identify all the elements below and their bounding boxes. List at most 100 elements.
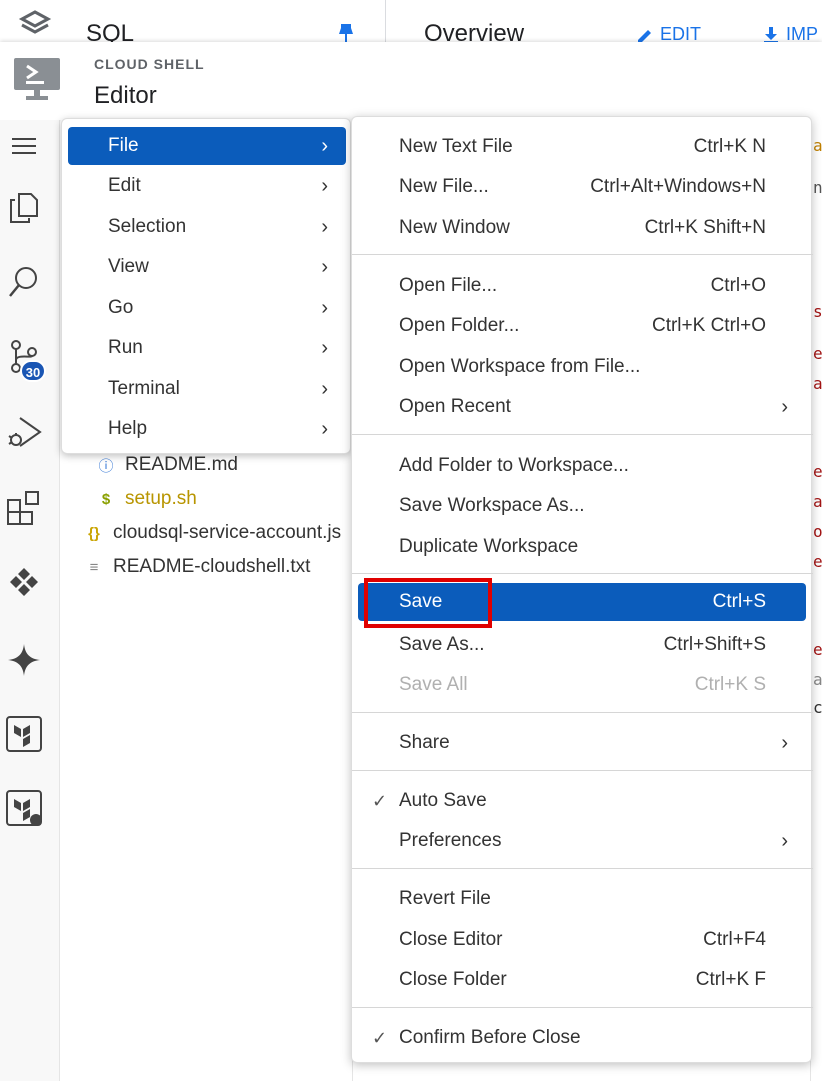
menu-item-label: New Window — [399, 217, 510, 238]
menu-item-open-recent[interactable]: Open Recent › — [358, 389, 806, 425]
pin-icon[interactable] — [338, 24, 354, 42]
menu-item-shortcut: Ctrl+K F — [695, 969, 766, 990]
menu-item-close-editor[interactable]: Close Editor Ctrl+F4 — [358, 922, 806, 958]
service-title: SQL — [86, 20, 135, 42]
menu-item-open-file[interactable]: Open File... Ctrl+O — [358, 268, 806, 304]
tree-item-cloudsql-service-account[interactable]: {} cloudsql-service-account.js — [85, 522, 341, 544]
menu-item-label: Duplicate Workspace — [399, 536, 579, 557]
checkmark-icon: ✓ — [372, 1027, 388, 1048]
file-name: README.md — [125, 454, 238, 475]
chevron-right-icon: › — [321, 135, 328, 157]
menu-label: View — [108, 256, 149, 277]
menu-label: Go — [108, 297, 134, 318]
menu-separator — [352, 1007, 813, 1008]
menu-item-label: Revert File — [399, 888, 491, 909]
cloud-shell-header: CLOUD SHELL Editor — [0, 42, 822, 120]
menu-view[interactable]: View › — [68, 248, 346, 286]
menu-label: Terminal — [108, 378, 180, 399]
sql-logo-icon — [18, 10, 52, 34]
menu-item-label: New Text File — [399, 136, 513, 157]
tree-item-setup-sh[interactable]: $ setup.sh — [97, 488, 197, 510]
menu-run[interactable]: Run › — [68, 329, 346, 367]
menu-file[interactable]: File › — [68, 127, 346, 165]
chevron-right-icon: › — [321, 418, 328, 440]
menu-item-label: Save All — [399, 674, 468, 695]
text-file-icon: ≡ — [89, 558, 99, 576]
import-button[interactable]: IMP — [762, 24, 818, 42]
menu-go[interactable]: Go › — [68, 289, 346, 327]
menu-item-label: Preferences — [399, 830, 502, 851]
file-name: setup.sh — [125, 488, 197, 509]
menu-separator — [352, 770, 813, 771]
edit-button[interactable]: EDIT — [636, 24, 701, 42]
info-file-icon: ⓘ — [98, 457, 114, 475]
menu-item-auto-save[interactable]: ✓ Auto Save — [358, 783, 806, 819]
menu-item-label: Open Workspace from File... — [399, 356, 641, 377]
menu-item-duplicate-workspace[interactable]: Duplicate Workspace — [358, 529, 806, 565]
explorer-files-icon[interactable] — [6, 190, 42, 226]
menu-item-open-workspace-from-file[interactable]: Open Workspace from File... — [358, 349, 806, 385]
menu-separator — [352, 254, 813, 255]
menu-item-label: Share — [399, 732, 450, 753]
gemini-sparkle-icon[interactable] — [6, 642, 42, 678]
menu-item-shortcut: Ctrl+O — [710, 275, 766, 296]
menu-item-new-window[interactable]: New Window Ctrl+K Shift+N — [358, 210, 806, 246]
chevron-right-icon: › — [781, 731, 788, 754]
download-icon — [764, 26, 778, 42]
cloud-code-icon[interactable] — [6, 566, 42, 602]
console-header: SQL Overview EDIT IMP — [0, 0, 822, 42]
menu-separator — [352, 712, 813, 713]
cloud-shell-icon — [14, 58, 60, 100]
tree-item-readme-cloudshell[interactable]: ≡ README-cloudshell.txt — [85, 556, 311, 578]
menu-item-shortcut: Ctrl+F4 — [703, 929, 766, 950]
menu-item-label: Save As... — [399, 634, 485, 655]
menu-item-save-workspace-as[interactable]: Save Workspace As... — [358, 488, 806, 524]
menu-label: Selection — [108, 216, 187, 237]
menu-item-label: New File... — [399, 176, 489, 197]
cloud-shell-label: CLOUD SHELL — [94, 56, 205, 72]
menu-item-shortcut: Ctrl+K S — [694, 674, 766, 695]
menu-item-shortcut: Ctrl+S — [712, 591, 766, 612]
menu-terminal[interactable]: Terminal › — [68, 370, 346, 408]
menu-item-save-all: Save All Ctrl+K S — [358, 667, 806, 703]
menu-item-add-folder-to-workspace[interactable]: Add Folder to Workspace... — [358, 448, 806, 484]
chevron-right-icon: › — [321, 297, 328, 319]
terraform-icon[interactable] — [6, 716, 42, 752]
chevron-right-icon: › — [781, 829, 788, 852]
menu-icon[interactable] — [10, 134, 40, 158]
page-title: Overview — [424, 20, 525, 42]
chevron-right-icon: › — [781, 395, 788, 418]
menu-label: File — [108, 135, 139, 156]
terraform-cloud-icon[interactable] — [6, 790, 42, 826]
pencil-icon — [638, 29, 651, 42]
menu-item-label: Close Editor — [399, 929, 503, 950]
menu-selection[interactable]: Selection › — [68, 208, 346, 246]
menu-item-label: Add Folder to Workspace... — [399, 455, 629, 476]
save-highlight-box — [364, 578, 492, 628]
run-debug-icon[interactable] — [6, 414, 42, 450]
search-icon[interactable] — [6, 264, 42, 300]
menu-label: Edit — [108, 175, 141, 196]
import-button-label: IMP — [786, 24, 819, 42]
menu-item-label: Save Workspace As... — [399, 495, 585, 516]
menu-item-confirm-before-close[interactable]: ✓ Confirm Before Close — [358, 1020, 806, 1056]
chevron-right-icon: › — [321, 378, 328, 400]
menu-separator — [352, 573, 813, 574]
menu-edit[interactable]: Edit › — [68, 167, 346, 205]
menu-item-shortcut: Ctrl+Shift+S — [663, 634, 766, 655]
menu-item-preferences[interactable]: Preferences › — [358, 823, 806, 859]
menu-item-share[interactable]: Share › — [358, 725, 806, 761]
menu-item-open-folder[interactable]: Open Folder... Ctrl+K Ctrl+O — [358, 308, 806, 344]
menu-item-new-text-file[interactable]: New Text File Ctrl+K N — [358, 129, 806, 165]
menu-item-label: Confirm Before Close — [399, 1027, 581, 1048]
menu-item-revert-file[interactable]: Revert File — [358, 881, 806, 917]
menu-item-save-as[interactable]: Save As... Ctrl+Shift+S — [358, 627, 806, 663]
menu-help[interactable]: Help › — [68, 410, 346, 448]
menu-item-close-folder[interactable]: Close Folder Ctrl+K F — [358, 962, 806, 998]
tree-item-readme-md[interactable]: ⓘ README.md — [97, 454, 238, 476]
shell-file-icon: $ — [101, 490, 111, 508]
extensions-icon[interactable] — [6, 490, 42, 526]
menu-item-new-file[interactable]: New File... Ctrl+Alt+Windows+N — [358, 169, 806, 205]
menubar-dropdown: File › Edit › Selection › View › Go › Ru… — [61, 118, 351, 454]
menu-item-label: Open Recent — [399, 396, 511, 417]
